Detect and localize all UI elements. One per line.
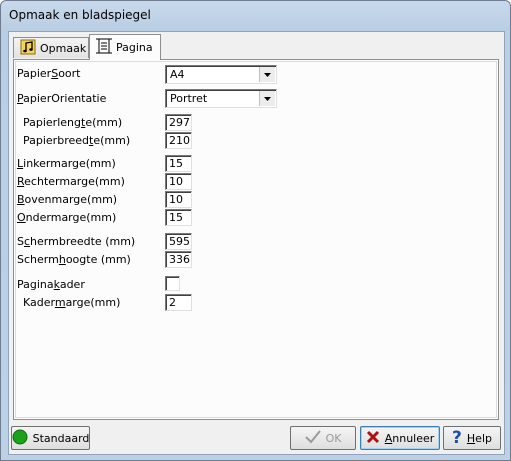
paginakader-label: Paginakader [17,278,85,291]
papier-orientatie-select[interactable]: Portret [165,89,277,108]
help-button-label: Help [466,431,492,445]
rechter-marge-input[interactable]: 10 [165,173,192,190]
checkmark-icon [304,429,321,447]
tab-pagina[interactable]: Pagina [89,34,161,60]
scherm-hoogte-label: Schermhoogte (mm) [17,253,131,266]
tab-opmaak[interactable]: Opmaak [13,37,89,58]
dialog-client-area: Opmaak Pagina PapierSoort A4 PapierOrien… [8,31,505,455]
papier-lengte-label: Papierlengte(mm) [23,116,123,129]
papier-breedte-label: Papierbreedte(mm) [23,134,131,147]
papier-soort-label: PapierSoort [17,67,81,80]
papier-soort-select[interactable]: A4 [165,65,277,84]
window-title: Opmaak en bladspiegel [9,8,151,22]
boven-marge-label: Bovenmarge(mm) [17,193,118,206]
help-button[interactable]: ? Help [443,426,501,450]
green-circle-icon [12,429,28,448]
chevron-down-icon[interactable] [259,67,275,82]
dialog-window: Opmaak en bladspiegel Opmaak Pagina Papi… [0,0,511,461]
tab-opmaak-label: Opmaak [40,41,87,55]
rechter-marge-label: Rechtermarge(mm) [17,175,125,188]
linker-marge-input[interactable]: 15 [165,155,192,172]
standaard-button[interactable]: Standaard [11,426,90,450]
papier-orientatie-value: Portret [170,92,208,105]
kader-marge-label: Kadermarge(mm) [23,296,121,309]
kader-marge-input[interactable]: 2 [165,294,192,311]
ok-button-label: OK [325,431,342,445]
question-mark-icon: ? [452,427,462,448]
annuleer-button[interactable]: Annuleer [360,426,440,450]
boven-marge-input[interactable]: 10 [165,191,192,208]
paginakader-checkbox[interactable] [165,276,180,291]
standaard-button-label: Standaard [32,431,90,445]
papier-breedte-input[interactable]: 210 [165,132,192,149]
music-note-icon [20,39,36,58]
papier-soort-value: A4 [170,68,185,81]
papier-orientatie-label: PapierOrientatie [17,92,107,105]
tab-panel-pagina: PapierSoort A4 PapierOrientatie Portret … [13,59,499,420]
page-ruler-icon [96,37,112,58]
tab-pagina-label: Pagina [116,41,153,54]
linker-marge-label: Linkermarge(mm) [17,157,116,170]
onder-marge-input[interactable]: 15 [165,209,192,226]
onder-marge-label: Ondermarge(mm) [17,211,117,224]
annuleer-button-label: Annuleer [384,431,435,445]
papier-lengte-input[interactable]: 297 [165,114,192,131]
close-x-icon [366,430,380,447]
scherm-hoogte-input[interactable]: 336 [165,251,192,268]
scherm-breedte-label: Schermbreedte (mm) [17,235,136,248]
scherm-breedte-input[interactable]: 595 [165,233,192,250]
chevron-down-icon[interactable] [259,91,275,106]
ok-button[interactable]: OK [290,426,356,450]
